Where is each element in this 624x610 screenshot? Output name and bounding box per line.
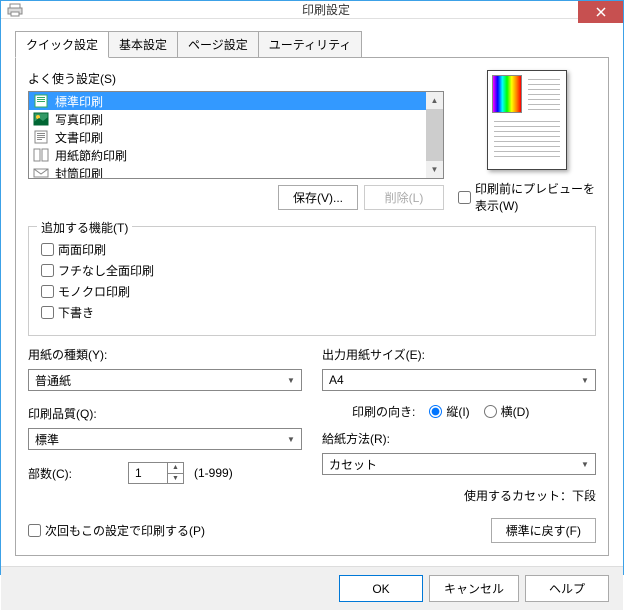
list-item[interactable]: 標準印刷: [29, 92, 426, 110]
chevron-down-icon: ▼: [283, 431, 299, 447]
chevron-down-icon: ▼: [577, 372, 593, 388]
cancel-button[interactable]: キャンセル: [429, 575, 519, 602]
printer-icon: [7, 2, 23, 18]
ok-button[interactable]: OK: [339, 575, 423, 602]
tab-strip: クイック設定 基本設定 ページ設定 ユーティリティ: [15, 31, 609, 58]
tab-basic[interactable]: 基本設定: [108, 31, 178, 58]
copies-label: 部数(C):: [28, 465, 118, 482]
scroll-down-button: ▼: [426, 161, 443, 178]
page-icon: [33, 94, 49, 108]
delete-preset-button: 削除(L): [364, 185, 444, 210]
tab-panel-quick: よく使う設定(S) 標準印刷 写真印刷: [15, 57, 609, 556]
draft-checkbox[interactable]: 下書き: [41, 304, 583, 321]
document-icon: [33, 130, 49, 144]
titlebar: 印刷設定: [1, 1, 623, 19]
copies-spinner[interactable]: ▲▼: [128, 462, 184, 484]
tab-utility[interactable]: ユーティリティ: [258, 31, 363, 58]
additional-features-group: 追加する機能(T) 両面印刷 フチなし全面印刷 モノクロ印刷 下書き: [28, 226, 596, 336]
dialog-button-row: OK キャンセル ヘルプ: [1, 566, 623, 610]
quality-label: 印刷品質(Q):: [28, 405, 302, 422]
chevron-down-icon: ▼: [577, 456, 593, 472]
cassette-note: 使用するカセット：下段: [322, 487, 596, 504]
presets-listbox[interactable]: 標準印刷 写真印刷 文書印刷: [28, 91, 444, 179]
monochrome-checkbox[interactable]: モノクロ印刷: [41, 283, 583, 300]
always-use-checkbox[interactable]: 次回もこの設定で印刷する(P): [28, 522, 205, 539]
scroll-thumb: [426, 109, 443, 161]
list-item[interactable]: 文書印刷: [29, 128, 426, 146]
photo-icon: [33, 112, 49, 126]
paper-source-combo[interactable]: カセット ▼: [322, 453, 596, 475]
list-item[interactable]: 封筒印刷: [29, 164, 426, 179]
saving-icon: [33, 148, 49, 162]
portrait-radio[interactable]: 縦(I): [429, 403, 469, 420]
preview-checkbox[interactable]: 印刷前にプレビューを表示(W): [458, 180, 596, 214]
quality-combo[interactable]: 標準 ▼: [28, 428, 302, 450]
group-legend: 追加する機能(T): [37, 219, 132, 236]
presets-label: よく使う設定(S): [28, 70, 444, 87]
window-title: 印刷設定: [29, 1, 623, 18]
tab-quick[interactable]: クイック設定: [15, 31, 109, 58]
print-preview: [487, 70, 567, 170]
paper-size-combo[interactable]: A4 ▼: [322, 369, 596, 391]
envelope-icon: [33, 166, 49, 179]
paper-source-label: 給紙方法(R):: [322, 430, 596, 447]
chevron-down-icon: ▼: [283, 372, 299, 388]
close-button[interactable]: [578, 1, 623, 23]
help-button[interactable]: ヘルプ: [525, 575, 609, 602]
defaults-button[interactable]: 標準に戻す(F): [491, 518, 596, 543]
orientation-label: 印刷の向き:: [352, 403, 415, 420]
scrollbar[interactable]: ▲ ▼: [426, 92, 443, 178]
spin-up: ▲: [168, 463, 183, 474]
paper-size-label: 出力用紙サイズ(E):: [322, 346, 596, 363]
duplex-checkbox[interactable]: 両面印刷: [41, 241, 583, 258]
media-type-combo[interactable]: 普通紙 ▼: [28, 369, 302, 391]
spin-down: ▼: [168, 474, 183, 484]
landscape-radio[interactable]: 横(D): [484, 403, 530, 420]
copies-range: (1-999): [194, 466, 233, 480]
list-item[interactable]: 用紙節約印刷: [29, 146, 426, 164]
borderless-checkbox[interactable]: フチなし全面印刷: [41, 262, 583, 279]
copies-input[interactable]: [129, 463, 167, 483]
print-settings-window: 印刷設定 クイック設定 基本設定 ページ設定 ユーティリティ よく使う設定(S): [0, 0, 624, 575]
list-item[interactable]: 写真印刷: [29, 110, 426, 128]
tab-page[interactable]: ページ設定: [177, 31, 259, 58]
scroll-up-button: ▲: [426, 92, 443, 109]
media-type-label: 用紙の種類(Y):: [28, 346, 302, 363]
save-preset-button[interactable]: 保存(V)...: [278, 185, 358, 210]
